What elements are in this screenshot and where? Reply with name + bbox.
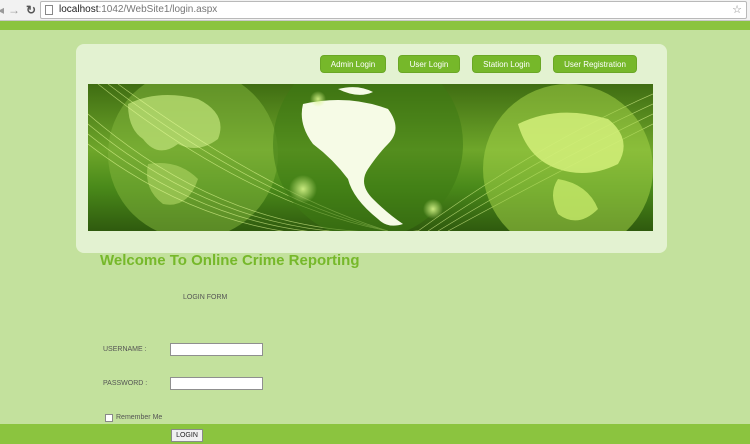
username-input[interactable]	[170, 343, 263, 356]
reload-icon[interactable]: ↻	[26, 2, 36, 18]
url-text[interactable]: localhost:1042/WebSite1/login.aspx	[59, 2, 217, 18]
username-label: USERNAME :	[103, 346, 147, 353]
admin-login-button[interactable]: Admin Login	[320, 55, 386, 73]
browser-toolbar: ◂ → ↻ localhost:1042/WebSite1/login.aspx…	[0, 0, 750, 21]
password-label: PASSWORD :	[103, 380, 148, 387]
remember-me-label: Remember Me	[116, 414, 163, 421]
welcome-heading: Welcome To Online Crime Reporting	[100, 252, 360, 269]
world-globe-banner	[88, 84, 653, 231]
login-form-title: LOGIN FORM	[183, 294, 228, 301]
forward-arrow-icon[interactable]: →	[8, 2, 20, 18]
page-icon	[45, 5, 53, 15]
user-login-button[interactable]: User Login	[398, 55, 460, 73]
back-arrow-icon[interactable]: ◂	[0, 2, 4, 18]
remember-me-checkbox[interactable]	[105, 414, 113, 422]
login-button[interactable]: LOGIN	[171, 429, 203, 442]
password-input[interactable]	[170, 377, 263, 390]
url-host: localhost	[59, 4, 99, 15]
star-icon[interactable]: ☆	[732, 2, 742, 18]
address-bar[interactable]: localhost:1042/WebSite1/login.aspx ☆	[40, 1, 747, 19]
user-registration-button[interactable]: User Registration	[553, 55, 637, 73]
url-path: :1042/WebSite1/login.aspx	[98, 4, 218, 15]
top-accent-bar	[0, 21, 750, 30]
banner-graphic	[88, 84, 653, 231]
station-login-button[interactable]: Station Login	[472, 55, 541, 73]
bottom-accent-bar	[0, 424, 750, 444]
